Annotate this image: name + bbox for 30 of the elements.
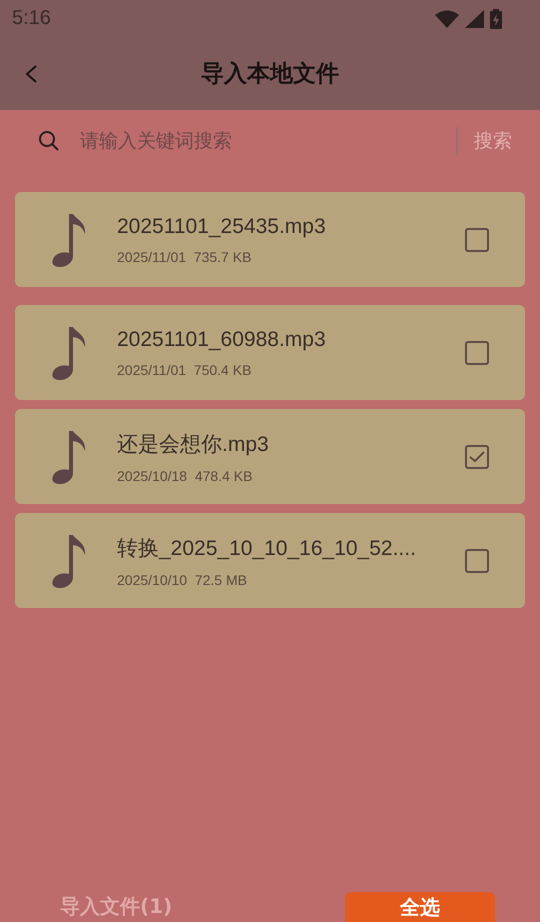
file-details: 2025/11/01 750.4 KB	[117, 362, 252, 378]
file-name: 20251101_60988.mp3	[117, 328, 327, 352]
file-card[interactable]: 还是会想你.mp3 2025/10/18 478.4 KB	[15, 409, 525, 504]
search-field[interactable]: 请输入关键词搜索	[78, 129, 456, 153]
checkbox[interactable]	[465, 228, 489, 252]
signal-icon	[465, 10, 484, 28]
checkbox[interactable]	[465, 340, 489, 364]
music-note-icon	[51, 324, 87, 380]
back-icon[interactable]	[24, 64, 38, 84]
wifi-icon	[435, 10, 459, 28]
battery-icon	[490, 8, 502, 28]
file-details: 2025/10/10 72.5 MB	[117, 572, 248, 588]
file-card[interactable]: 20251101_60988.mp3 2025/11/01 750.4 KB	[15, 305, 525, 400]
status-time: 5:16	[12, 7, 51, 30]
checkmark-icon	[469, 450, 485, 462]
music-note-icon	[51, 532, 87, 588]
page-title: 导入本地文件	[201, 60, 339, 89]
search-icon	[38, 130, 60, 152]
music-note-icon	[51, 428, 87, 484]
file-card[interactable]: 20251101_25435.mp3 2025/11/01 735.7 KB	[15, 192, 525, 287]
file-name: 转换_2025_10_10_16_10_52....	[117, 536, 417, 562]
file-details: 2025/10/18 478.4 KB	[117, 468, 254, 484]
checkbox[interactable]	[465, 548, 489, 572]
file-name: 20251101_25435.mp3	[117, 214, 327, 238]
music-note-icon	[51, 212, 87, 268]
checkbox[interactable]	[465, 444, 489, 468]
file-card[interactable]: 转换_2025_10_10_16_10_52.... 2025/10/10 72.5 MB	[15, 513, 525, 608]
file-name: 还是会想你.mp3	[117, 432, 270, 458]
file-details: 2025/11/01 735.7 KB	[117, 248, 252, 264]
select-all-button[interactable]: 全选	[345, 892, 495, 922]
